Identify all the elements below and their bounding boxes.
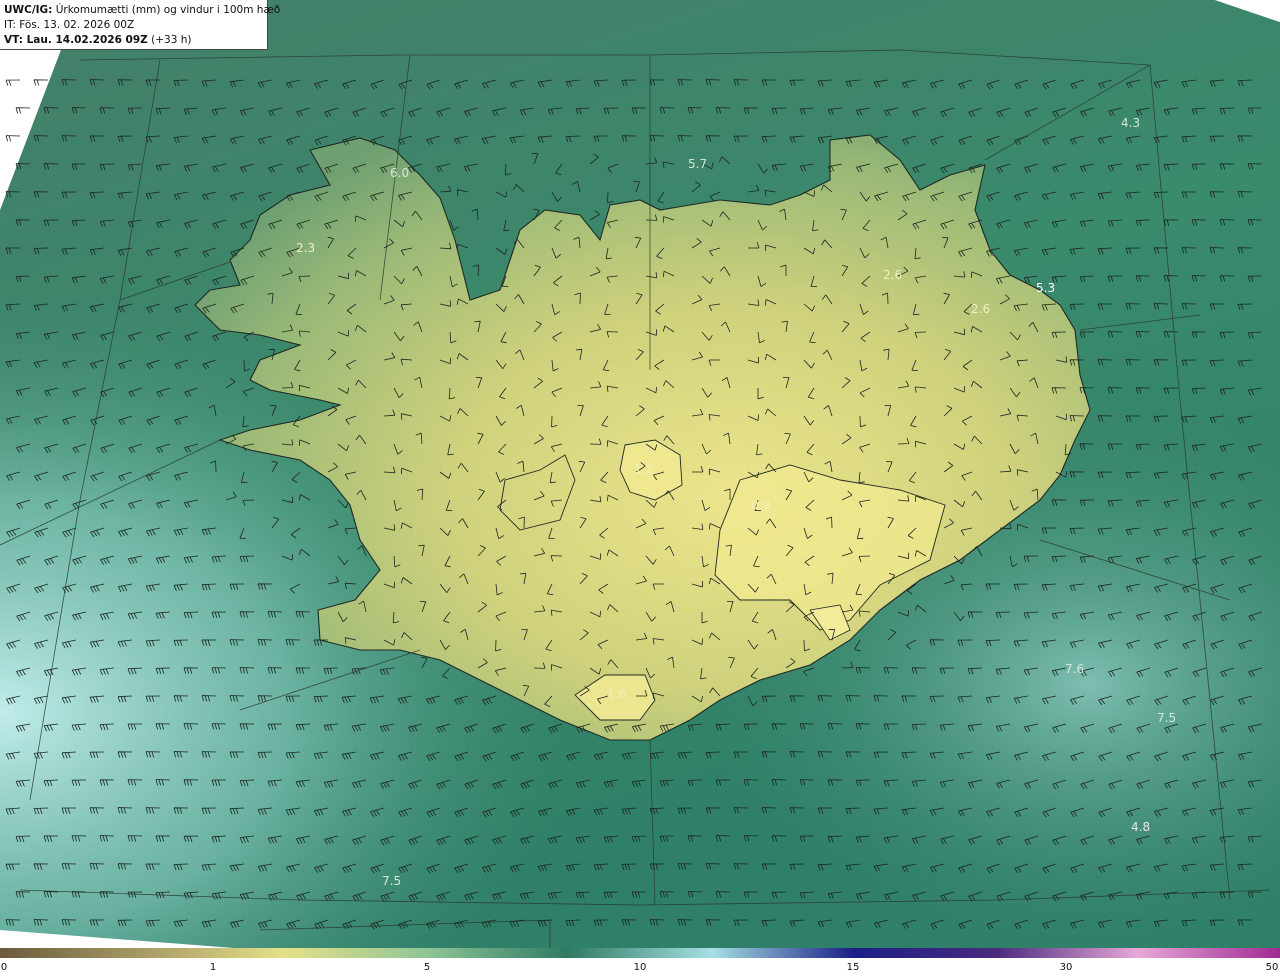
valid-time: VT: Lau. 14.02.2026 09Z: [4, 34, 148, 46]
map-info-box: UWC/IG: Úrkomumætti (mm) og vindur i 100…: [0, 0, 280, 50]
colorbar-tick: 15: [846, 962, 860, 973]
map-label: 2.6: [971, 302, 990, 316]
colorbar-tick: 30: [1059, 962, 1073, 973]
map-label: 7.5: [1157, 711, 1176, 725]
title-row: UWC/IG: Úrkomumætti (mm) og vindur i 100…: [4, 3, 280, 18]
product-code: UWC/IG:: [4, 4, 53, 16]
colorbar-tick: 1: [209, 962, 217, 973]
map-label: 7.5: [382, 874, 401, 888]
map-label: 1.6: [607, 687, 626, 701]
map-label: 2.3: [296, 241, 315, 255]
map-label: 4.8: [1131, 820, 1150, 834]
colorbar-ticks: 0 1 5 10 15 30 50: [0, 960, 1280, 978]
lead-time: (+33 h): [151, 34, 192, 46]
precipitation-colorbar: [0, 948, 1280, 958]
precipitation-wind-map: 6.0 5.7 4.3 2.3 2.6 2.6 5.3 1.2 0.9 7.6 …: [0, 0, 1280, 950]
map-label: 5.3: [1036, 281, 1055, 295]
map-label: 4.3: [1121, 116, 1140, 130]
map-label: 1.2: [634, 462, 653, 476]
valid-time-row: VT: Lau. 14.02.2026 09Z (+33 h): [4, 33, 263, 48]
init-time: IT: Fös. 13. 02. 2026 00Z: [4, 19, 135, 31]
colorbar-tick: 0: [0, 962, 8, 973]
colorbar-tick: 10: [633, 962, 647, 973]
map-label: 0.9: [751, 498, 770, 512]
colorbar-tick: 5: [423, 962, 431, 973]
map-label: 2.6: [883, 268, 902, 282]
map-label: 6.0: [390, 166, 409, 180]
map-label: 7.6: [1065, 662, 1084, 676]
map-title: Úrkomumætti (mm) og vindur i 100m hæð: [55, 4, 281, 16]
colorbar-tick: 50: [1265, 962, 1279, 973]
map-label: 5.7: [688, 157, 707, 171]
